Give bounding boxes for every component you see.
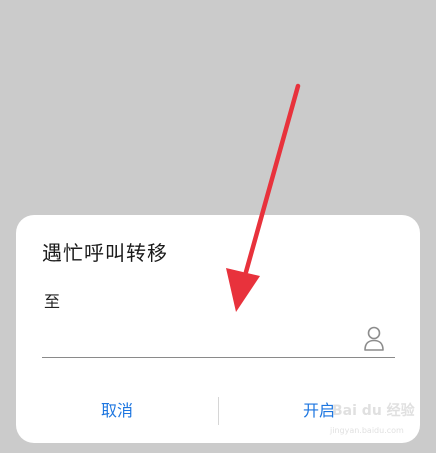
phone-number-input[interactable] — [42, 319, 352, 355]
call-forwarding-dialog: 遇忙呼叫转移 至 取消 开启 — [16, 215, 420, 443]
dialog-title: 遇忙呼叫转移 — [42, 241, 168, 265]
dialog-button-row: 取消 开启 — [16, 393, 420, 429]
enable-button[interactable]: 开启 — [218, 393, 420, 429]
cancel-button[interactable]: 取消 — [16, 393, 218, 429]
phone-number-field[interactable] — [42, 319, 395, 358]
forward-to-label: 至 — [44, 292, 61, 311]
person-icon[interactable] — [363, 325, 385, 351]
